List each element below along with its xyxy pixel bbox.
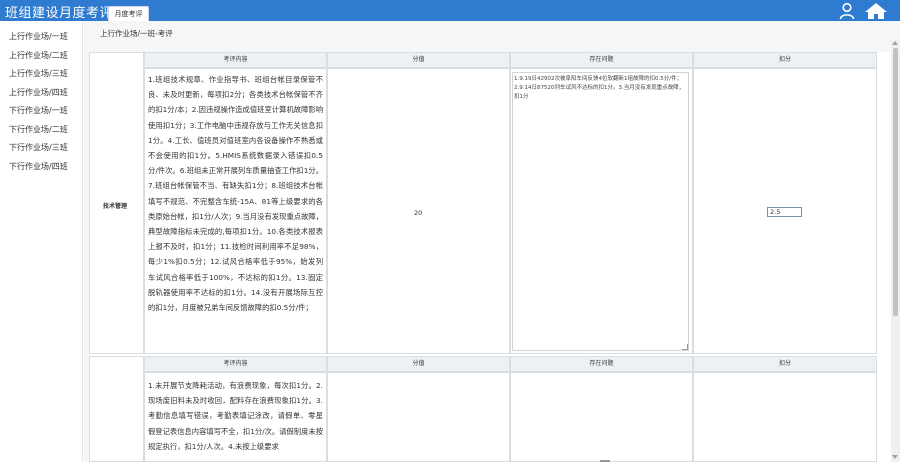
deduction-cell-2 bbox=[693, 372, 877, 462]
sidebar-item-up-4[interactable]: 上行作业场/四班 bbox=[9, 87, 68, 98]
evaluation-content-text: 1.班组技术规章、作业指导书、班组台帐目录保管不良、未及时更新，每项扣2分；各类… bbox=[148, 75, 323, 313]
sidebar-item-down-1[interactable]: 下行作业场/一班 bbox=[9, 105, 68, 116]
textarea-resize-handle[interactable] bbox=[682, 344, 688, 350]
category-label: 技术管理 bbox=[103, 203, 128, 210]
score-value: 20 bbox=[414, 209, 423, 217]
header-score: 分值 bbox=[327, 52, 510, 68]
evaluation-content-text-2: 1.未开展节支降耗活动，有浪费现象，每次扣1分。2.现场废旧料未及时收回，配料存… bbox=[148, 381, 323, 451]
score-cell-2 bbox=[327, 372, 510, 462]
header-issues: 存在问题 bbox=[510, 52, 693, 68]
sidebar-item-up-1[interactable]: 上行作业场/一班 bbox=[9, 31, 68, 42]
header-issues-2: 存在问题 bbox=[510, 356, 693, 372]
app-title: 班组建设月度考评 bbox=[5, 6, 114, 21]
scroll-down-icon[interactable] bbox=[892, 455, 898, 459]
sidebar: 上行作业场/一班 上行作业场/二班 上行作业场/三班 上行作业场/四班 下行作业… bbox=[0, 21, 83, 462]
scrollbar-thumb[interactable] bbox=[893, 48, 898, 316]
deduction-input[interactable]: 2.5 bbox=[767, 207, 802, 217]
scroll-up-icon[interactable] bbox=[892, 41, 898, 45]
header-deduction: 扣分 bbox=[693, 52, 877, 68]
user-icon[interactable] bbox=[838, 2, 856, 20]
header-content-2: 考评内容 bbox=[144, 356, 327, 372]
issues-textarea[interactable] bbox=[512, 72, 689, 351]
sidebar-item-down-2[interactable]: 下行作业场/二班 bbox=[9, 124, 68, 135]
breadcrumb: 上行作业场/一班-考评 bbox=[100, 29, 173, 38]
issues-cell-2 bbox=[510, 372, 693, 462]
sidebar-item-down-3[interactable]: 下行作业场/三班 bbox=[9, 142, 68, 153]
tab-monthly-evaluation[interactable]: 月度考评 bbox=[108, 6, 149, 21]
header-score-2: 分值 bbox=[327, 356, 510, 372]
home-icon[interactable] bbox=[864, 2, 888, 20]
header-deduction-2: 扣分 bbox=[693, 356, 877, 372]
sidebar-item-up-3[interactable]: 上行作业场/三班 bbox=[9, 68, 68, 79]
sidebar-item-down-4[interactable]: 下行作业场/四班 bbox=[9, 161, 68, 172]
sidebar-item-up-2[interactable]: 上行作业场/二班 bbox=[9, 50, 68, 61]
category-cell-2 bbox=[89, 356, 144, 462]
header-content: 考评内容 bbox=[144, 52, 327, 68]
issues-text: 1.9.19日42902次被阜阳车间反馈4位软翻新1组故障的扣0.5分/件；2.… bbox=[514, 76, 685, 100]
